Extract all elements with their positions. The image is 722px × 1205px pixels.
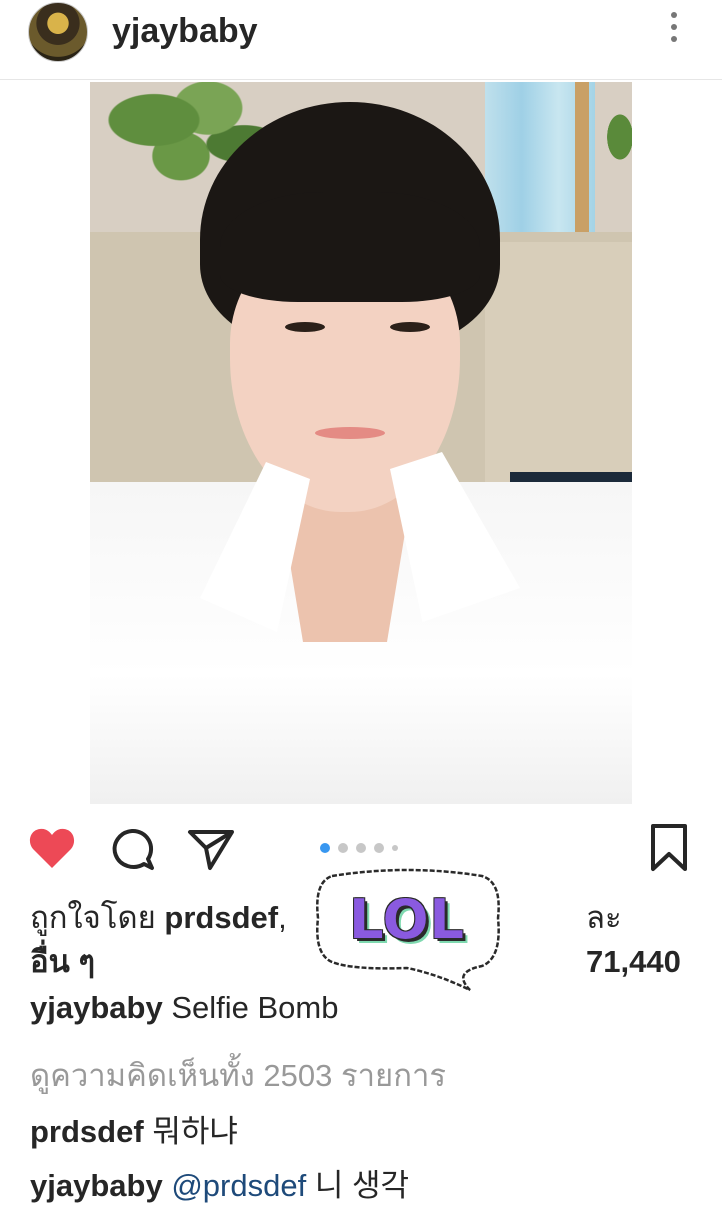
share-icon[interactable] xyxy=(186,826,236,872)
likes-prefix: ถูกใจโดย xyxy=(30,900,165,935)
like-heart-icon[interactable] xyxy=(28,826,76,870)
carousel-dot xyxy=(356,843,366,853)
carousel-dot xyxy=(320,843,330,853)
caption-text: Selfie Bomb xyxy=(171,990,339,1025)
liker-username[interactable]: prdsdef xyxy=(164,900,278,935)
lol-sticker: LOL xyxy=(312,866,502,992)
post-header: yjaybaby xyxy=(0,0,722,80)
comment-username[interactable]: yjaybaby xyxy=(30,1168,163,1203)
post-photo[interactable] xyxy=(90,82,632,804)
caption-username[interactable]: yjaybaby xyxy=(30,990,163,1025)
carousel-indicator xyxy=(320,842,406,854)
comment-icon[interactable] xyxy=(108,826,156,874)
comment-username[interactable]: prdsdef xyxy=(30,1114,144,1149)
carousel-dot xyxy=(374,843,384,853)
comment-text: 니 생각 xyxy=(314,1168,410,1203)
view-all-comments-link[interactable]: ดูความคิดเห็นทั้ง 2503 รายการ xyxy=(30,1050,446,1100)
post-caption: yjaybaby Selfie Bomb xyxy=(30,990,338,1026)
plant-right xyxy=(600,102,632,172)
lol-sticker-text: LOL xyxy=(349,888,465,951)
likes-others[interactable]: อื่น ๆ xyxy=(30,940,95,984)
bookmark-icon[interactable] xyxy=(650,824,688,872)
likes-number[interactable]: 71,440 xyxy=(586,944,681,979)
likes-connector: ละ xyxy=(586,900,622,935)
comment-item: prdsdef 뭐하냐 xyxy=(30,1106,238,1151)
carousel-dot xyxy=(338,843,348,853)
more-options-icon[interactable] xyxy=(664,12,684,48)
comment-mention[interactable]: @prdsdef xyxy=(171,1168,306,1203)
header-username[interactable]: yjaybaby xyxy=(112,12,258,51)
carousel-dot xyxy=(392,845,398,851)
comment-item: yjaybaby @prdsdef 니 생각 xyxy=(30,1160,409,1205)
likes-count[interactable]: ละ 71,440 xyxy=(586,896,700,984)
comment-text: 뭐하냐 xyxy=(152,1114,238,1149)
avatar[interactable] xyxy=(28,2,88,62)
